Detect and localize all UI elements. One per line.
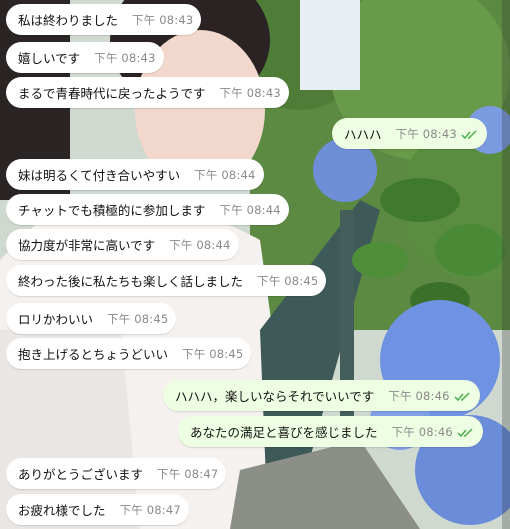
message-bubble-incoming[interactable]: 終わった後に私たちも楽しく話しました 下午 08:45 [6, 265, 327, 296]
message-time: 下午 08:45 [257, 273, 319, 288]
message-bubble-incoming[interactable]: 抱き上げるとちょうどいい 下午 08:45 [6, 338, 252, 369]
message-time: 下午 08:43 [94, 50, 156, 65]
message-time: 下午 08:46 [391, 424, 453, 439]
message-text: 協力度が非常に高いです [18, 238, 156, 253]
message-text: 嬉しいです [18, 51, 81, 66]
message-bubble-incoming[interactable]: 嬉しいです 下午 08:43 [6, 42, 164, 73]
message-bubble-incoming[interactable]: 私は終わりました 下午 08:43 [6, 4, 202, 35]
message-time: 下午 08:43 [395, 126, 457, 141]
message-text: 抱き上げるとちょうどいい [18, 347, 169, 362]
message-text: ロリかわいい [18, 312, 94, 327]
message-text: ありがとうございます [18, 467, 144, 482]
message-text: チャットでも積極的に参加します [18, 203, 206, 218]
message-time: 下午 08:44 [194, 167, 256, 182]
read-receipt-icon [461, 129, 477, 139]
message-time: 下午 08:43 [132, 12, 194, 27]
read-receipt-icon [454, 391, 470, 401]
message-time: 下午 08:45 [182, 346, 244, 361]
message-time: 下午 08:45 [107, 311, 169, 326]
message-text: 終わった後に私たちも楽しく話しました [18, 274, 244, 289]
message-bubble-incoming[interactable]: チャットでも積極的に参加します 下午 08:44 [6, 194, 289, 225]
message-time: 下午 08:46 [388, 388, 450, 403]
message-text: あなたの満足と喜びを感じました [190, 425, 378, 440]
message-bubble-incoming[interactable]: 妹は明るくて付き合いやすい 下午 08:44 [6, 159, 264, 190]
message-time: 下午 08:43 [219, 85, 281, 100]
message-text: ハハハ [344, 127, 382, 142]
message-text: まるで青春時代に戻ったようです [18, 86, 206, 101]
message-bubble-outgoing[interactable]: ハハハ，楽しいならそれでいいです 下午 08:46 [163, 380, 480, 411]
message-bubble-incoming[interactable]: ロリかわいい 下午 08:45 [6, 303, 177, 334]
message-time: 下午 08:47 [119, 502, 181, 517]
message-bubble-incoming[interactable]: ありがとうございます 下午 08:47 [6, 458, 227, 489]
message-time: 下午 08:44 [219, 202, 281, 217]
message-text: お疲れ様でした [18, 503, 106, 518]
message-bubble-incoming[interactable]: まるで青春時代に戻ったようです 下午 08:43 [6, 77, 289, 108]
message-text: 妹は明るくて付き合いやすい [18, 168, 181, 183]
message-bubble-incoming[interactable]: 協力度が非常に高いです 下午 08:44 [6, 229, 239, 260]
message-text: ハハハ，楽しいならそれでいいです [175, 389, 375, 404]
message-bubble-incoming[interactable]: お疲れ様でした 下午 08:47 [6, 494, 189, 525]
message-time: 下午 08:44 [169, 237, 231, 252]
message-bubble-outgoing[interactable]: ハハハ 下午 08:43 [332, 118, 487, 149]
message-bubble-outgoing[interactable]: あなたの満足と喜びを感じました 下午 08:46 [178, 416, 483, 447]
chat-scrollbar[interactable] [502, 0, 510, 529]
message-text: 私は終わりました [18, 13, 119, 28]
message-time: 下午 08:47 [157, 466, 219, 481]
read-receipt-icon [457, 427, 473, 437]
